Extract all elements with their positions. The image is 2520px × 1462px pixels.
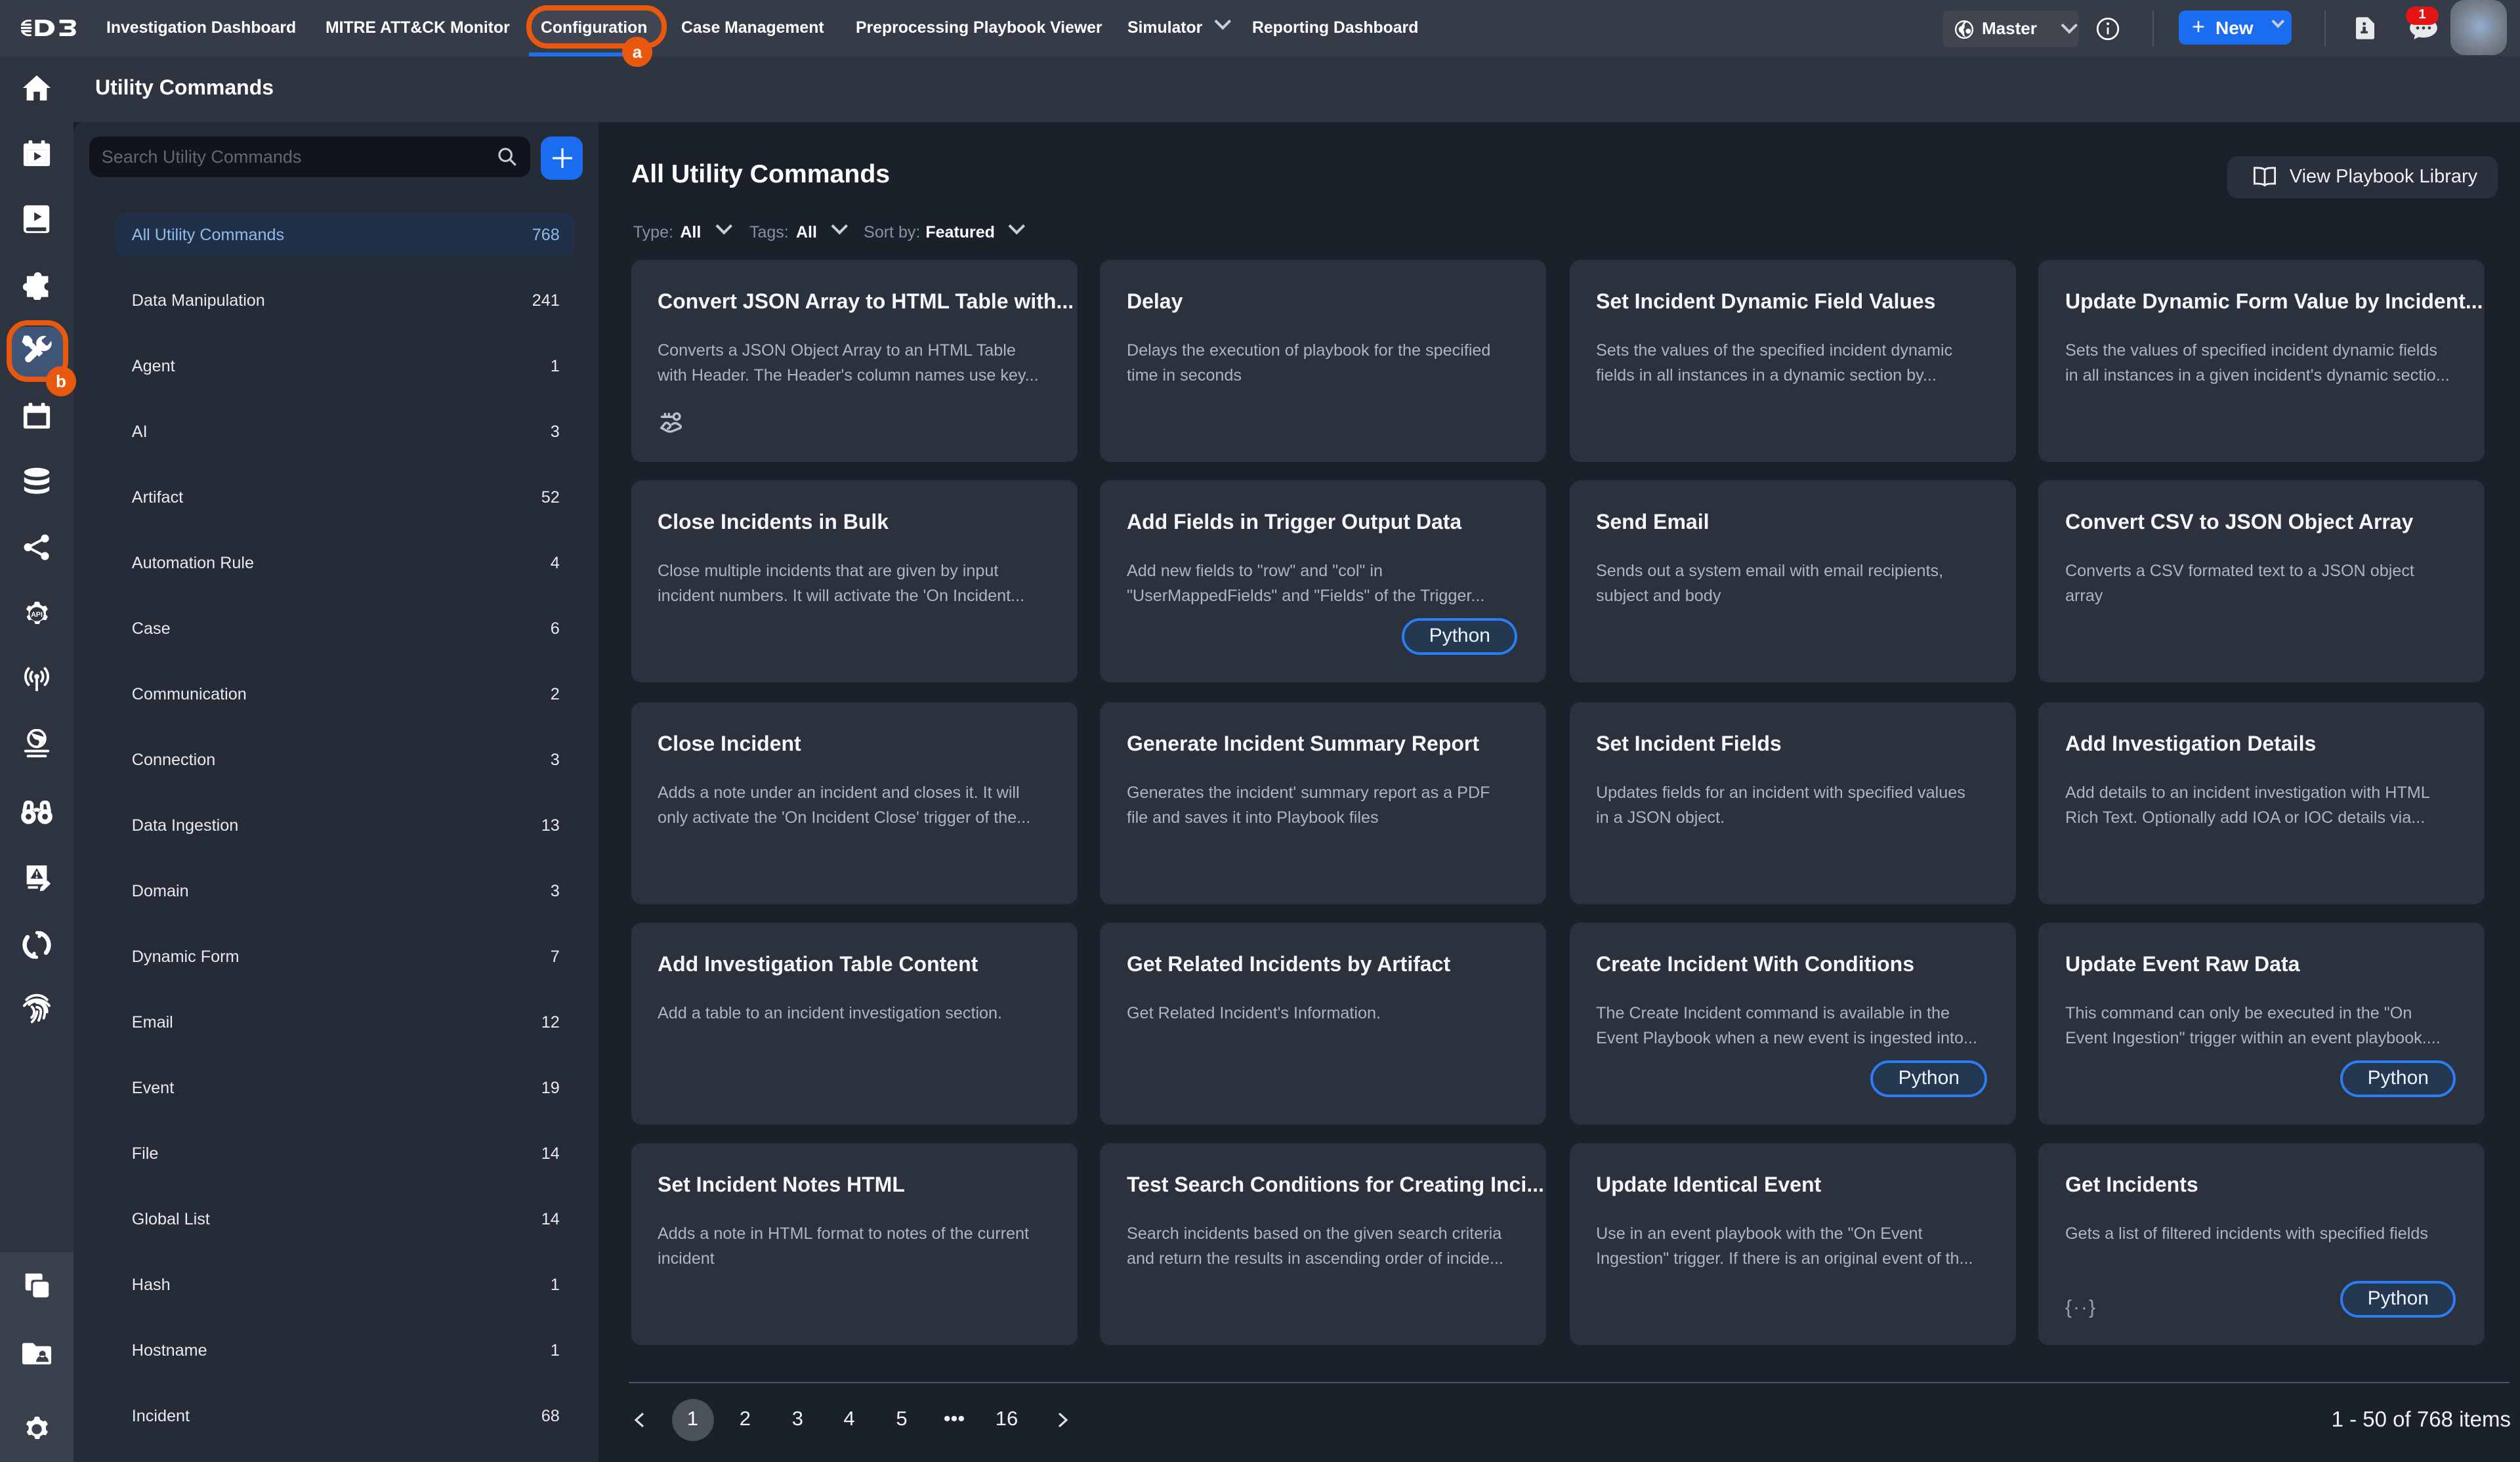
svg-text:API: API — [31, 611, 43, 619]
